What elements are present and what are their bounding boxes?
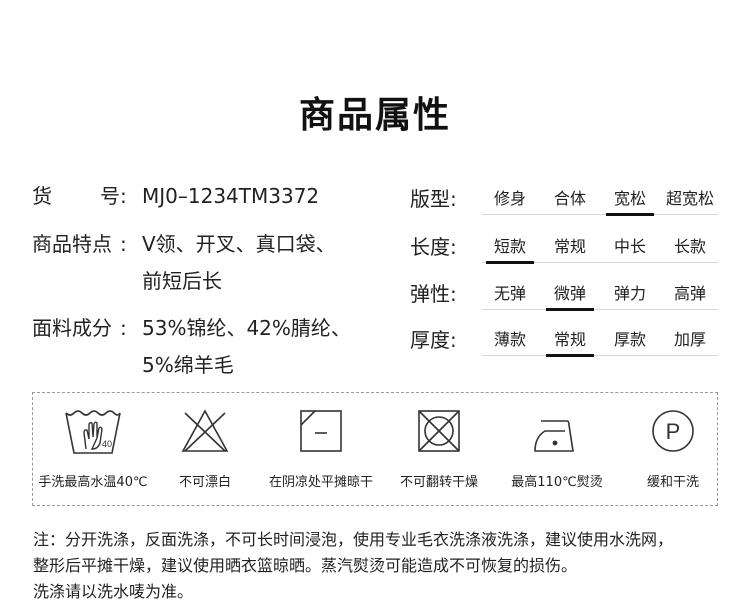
spec-features-row: 商品特点 : V领、开叉、真口袋、 前短后长 [32, 226, 392, 302]
attribute-label: 版型: [410, 187, 457, 211]
care-label: 手洗最高水温40℃ [38, 475, 148, 490]
attribute-label: 长度: [410, 235, 457, 259]
spec-features-line1: V领、开叉、真口袋、 [142, 232, 336, 256]
care-instructions-box: 40 手洗最高水温40℃ 不可漂白 在阴凉处平摊晾干 不可翻转干燥 最高110℃… [32, 392, 718, 506]
spec-material-line2: 5%绵羊毛 [142, 353, 234, 377]
attribute-option: 微弹 [553, 284, 586, 303]
care-label: 最高110℃熨烫 [511, 475, 603, 490]
care-item-iron: 最高110℃熨烫 [497, 407, 617, 490]
hand-wash-temp-text: 40 [102, 439, 112, 449]
shade-flat-dry-icon [300, 410, 342, 452]
spec-material-row: 面料成分 : 53%锦纶、42%腈纶、 5%绵羊毛 [32, 310, 392, 386]
attribute-option: 厚款 [613, 330, 646, 349]
selected-option-indicator [546, 354, 594, 357]
care-item-hand-wash: 40 手洗最高水温40℃ [33, 407, 153, 490]
attribute-option: 宽松 [613, 189, 646, 208]
no-bleach-icon [181, 409, 229, 452]
spec-colon: : [120, 232, 127, 256]
dry-clean-p-icon: P [652, 410, 694, 452]
spec-code-label-a: 货 [32, 184, 52, 208]
attribute-row-divider [482, 214, 718, 215]
attribute-option: 常规 [553, 237, 586, 256]
spec-code-label-b: 号 [100, 184, 120, 208]
selected-option-indicator [546, 308, 594, 311]
attribute-option: 长款 [673, 237, 706, 256]
attribute-option: 短款 [493, 237, 526, 256]
attribute-option: 弹力 [613, 284, 646, 303]
attribute-row-divider [482, 309, 718, 310]
care-item-no-bleach: 不可漂白 [145, 407, 265, 490]
dry-clean-letter: P [666, 419, 681, 444]
spec-colon: : [120, 316, 127, 340]
care-item-no-tumble-dry: 不可翻转干燥 [379, 407, 499, 490]
attribute-option: 加厚 [673, 330, 706, 349]
spec-code-row: 货 号 : MJ0–1234TM3372 [32, 178, 392, 214]
attribute-option: 中长 [613, 237, 646, 256]
attribute-option: 无弹 [493, 284, 526, 303]
spec-colon: : [120, 184, 127, 208]
care-label: 不可漂白 [178, 475, 231, 490]
care-note-line3: 洗涤请以洗水唛为准。 [33, 582, 194, 601]
hand-wash-icon: 40 [65, 410, 121, 454]
care-note-line2: 整形后平摊干燥，建议使用晒衣篮晾晒。蒸汽熨烫可能造成不可恢复的损伤。 [33, 556, 578, 575]
attribute-option: 合体 [553, 189, 586, 208]
care-item-dry-clean: P 缓和干洗 [613, 407, 733, 490]
selected-option-indicator [606, 213, 654, 216]
attribute-option: 超宽松 [665, 189, 714, 208]
spec-material-line1: 53%锦纶、42%腈纶、 [142, 316, 351, 340]
attribute-option: 薄款 [493, 330, 526, 349]
attribute-row-divider [482, 355, 718, 356]
iron-110-icon [534, 420, 574, 452]
care-item-shade-flat-dry: 在阴凉处平摊晾干 [261, 407, 381, 490]
attribute-option: 高弹 [673, 284, 706, 303]
attribute-label: 厚度: [410, 328, 457, 352]
attribute-option: 修身 [493, 189, 526, 208]
spec-features-line2: 前短后长 [142, 269, 222, 293]
attribute-label: 弹性: [410, 282, 457, 306]
no-tumble-dry-icon [418, 410, 460, 452]
care-note-line1: 注：分开洗涤，反面洗涤，不可长时间浸泡，使用专业毛衣洗涤液洗涤，建议使用水洗网， [33, 530, 674, 549]
attribute-option: 常规 [553, 330, 586, 349]
spec-code-value: MJ0–1234TM3372 [142, 184, 320, 208]
page-title: 商品属性 [298, 95, 451, 136]
care-label: 不可翻转干燥 [399, 475, 478, 490]
care-label: 缓和干洗 [646, 475, 699, 490]
selected-option-indicator [486, 261, 534, 264]
care-label: 在阴凉处平摊晾干 [268, 475, 373, 490]
